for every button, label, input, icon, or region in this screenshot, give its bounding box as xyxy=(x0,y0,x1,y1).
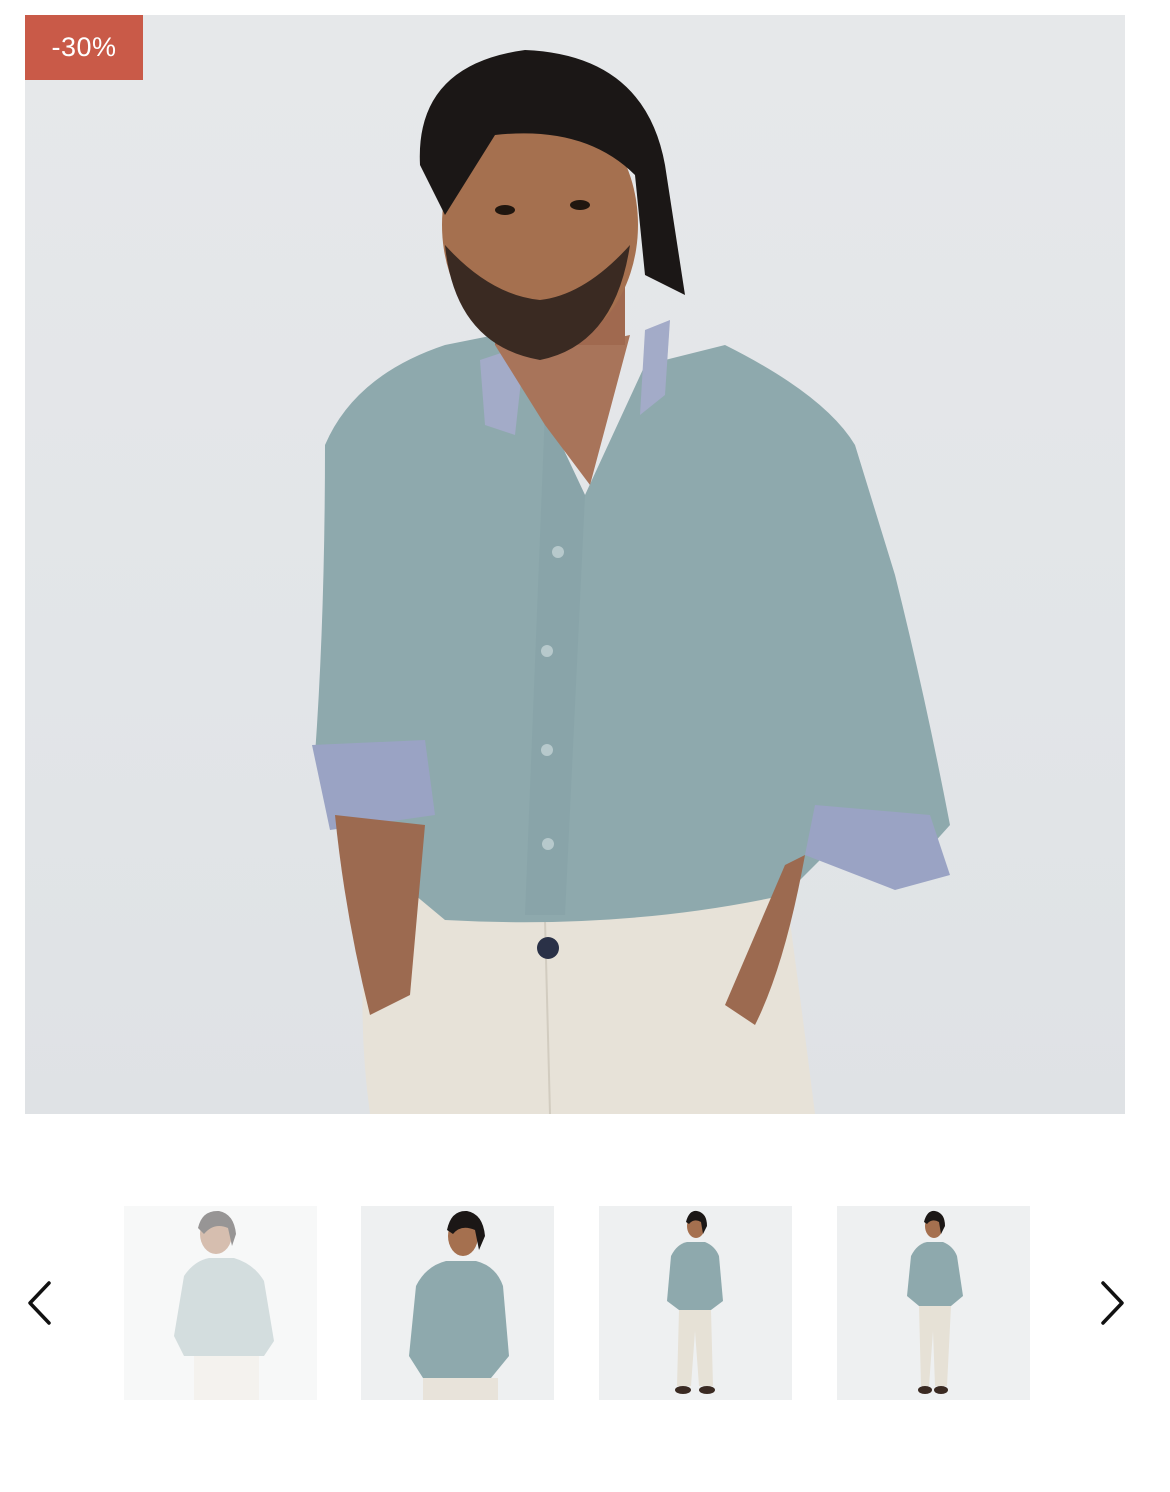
main-product-image[interactable] xyxy=(25,15,1125,1114)
thumbnail-image xyxy=(837,1206,1030,1400)
discount-badge: -30% xyxy=(25,15,143,80)
thumbnail-image xyxy=(361,1206,554,1400)
thumbnail-4[interactable] xyxy=(837,1206,1030,1400)
model-photo xyxy=(312,50,950,1114)
thumbnail-1[interactable] xyxy=(124,1206,317,1400)
thumbnail-strip xyxy=(0,1206,1170,1400)
thumbnail-3[interactable] xyxy=(599,1206,792,1400)
gallery-next-button[interactable] xyxy=(1094,1277,1134,1329)
thumbnail-image xyxy=(124,1206,317,1400)
thumbnail-2[interactable] xyxy=(361,1206,554,1400)
thumbnail-image xyxy=(599,1206,792,1400)
product-gallery-page: -30% xyxy=(0,0,1170,1492)
chevron-right-icon xyxy=(1101,1281,1124,1325)
